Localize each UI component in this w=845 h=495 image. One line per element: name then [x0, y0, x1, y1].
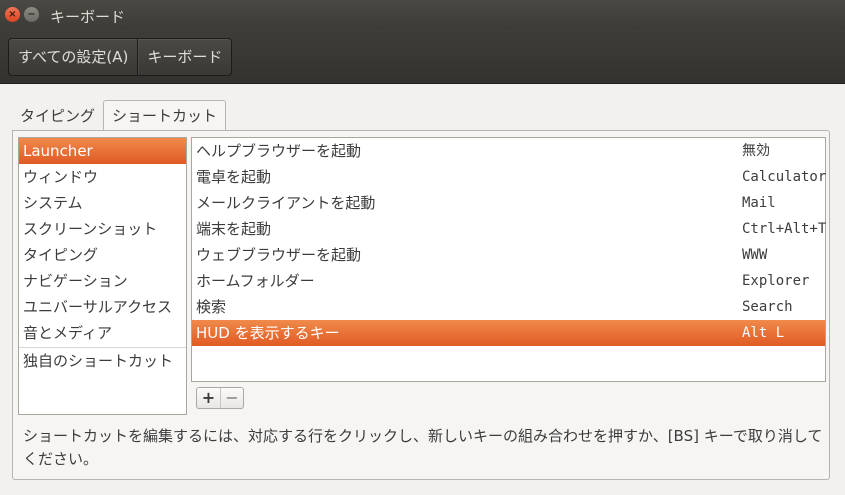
shortcut-name: HUD を表示するキー — [196, 324, 340, 342]
shortcut-row[interactable]: 端末を起動 Ctrl+Alt+T — [192, 216, 827, 242]
shortcut-name: ヘルプブラウザーを起動 — [196, 142, 362, 160]
window-title: キーボード — [50, 8, 126, 26]
shortcut-name: ホームフォルダー — [196, 272, 315, 290]
shortcut-row[interactable]: ウェブブラウザーを起動 WWW — [192, 242, 825, 268]
add-remove-group: + − — [196, 387, 244, 409]
breadcrumb: すべての設定(A) キーボード — [8, 38, 233, 76]
toolbar: すべての設定(A) キーボード — [0, 30, 845, 84]
shortcut-row[interactable]: ヘルプブラウザーを起動 無効 — [192, 138, 825, 164]
shortcut-key: Search — [742, 299, 793, 315]
breadcrumb-keyboard-button[interactable]: キーボード — [137, 39, 231, 75]
category-item-launcher[interactable]: Launcher — [19, 138, 186, 164]
shortcut-row[interactable]: ホームフォルダー Explorer — [192, 268, 825, 294]
close-icon[interactable]: × — [5, 7, 20, 22]
shortcut-name: ウェブブラウザーを起動 — [196, 246, 362, 264]
shortcut-row[interactable]: 電卓を起動 Calculator — [192, 164, 827, 190]
remove-shortcut-button[interactable]: − — [219, 388, 243, 408]
category-item-typing[interactable]: タイピング — [19, 242, 186, 268]
shortcut-list: ヘルプブラウザーを起動 無効 電卓を起動 Calculator メールクライアン… — [191, 137, 826, 382]
shortcut-key: Mail — [742, 195, 776, 211]
shortcut-name: 端末を起動 — [196, 220, 272, 238]
add-shortcut-button[interactable]: + — [197, 388, 220, 408]
shortcut-name: メールクライアントを起動 — [196, 194, 376, 212]
category-item-windows[interactable]: ウィンドウ — [19, 164, 186, 190]
tab-typing[interactable]: タイピング — [12, 100, 103, 132]
breadcrumb-all-settings-button[interactable]: すべての設定(A) — [9, 39, 137, 75]
minimize-icon[interactable]: − — [24, 7, 39, 22]
category-item-navigation[interactable]: ナビゲーション — [19, 268, 186, 294]
shortcut-key: Explorer — [742, 273, 810, 289]
shortcut-name: 電卓を起動 — [196, 168, 272, 186]
shortcut-key: 無効 — [742, 143, 770, 159]
category-item-sound-media[interactable]: 音とメディア — [19, 320, 186, 346]
help-text: ショートカットを編集するには、対応する行をクリックし、新しいキーの組み合わせを押… — [23, 427, 823, 468]
category-item-universal-access[interactable]: ユニバーサルアクセス — [19, 294, 186, 320]
category-list: Launcher ウィンドウ システム スクリーンショット タイピング ナビゲー… — [18, 137, 187, 415]
shortcuts-pane: Launcher ウィンドウ システム スクリーンショット タイピング ナビゲー… — [12, 130, 830, 480]
shortcut-row[interactable]: 検索 Search — [192, 294, 825, 320]
shortcut-row[interactable]: メールクライアントを起動 Mail — [192, 190, 825, 216]
shortcut-key: Ctrl+Alt+T — [742, 221, 827, 237]
title-bar: × − キーボード — [0, 0, 845, 30]
shortcut-row-selected[interactable]: HUD を表示するキー Alt L — [192, 320, 825, 346]
category-item-custom-shortcuts[interactable]: 独自のショートカット — [19, 348, 186, 374]
shortcut-name: 検索 — [196, 298, 227, 316]
shortcut-key: Calculator — [742, 169, 827, 185]
tab-bar: タイピング ショートカット — [12, 100, 227, 132]
category-item-system[interactable]: システム — [19, 190, 186, 216]
category-item-screenshots[interactable]: スクリーンショット — [19, 216, 186, 242]
shortcut-key: WWW — [742, 247, 768, 263]
shortcut-key: Alt L — [742, 325, 785, 341]
tab-shortcuts[interactable]: ショートカット — [103, 100, 227, 131]
